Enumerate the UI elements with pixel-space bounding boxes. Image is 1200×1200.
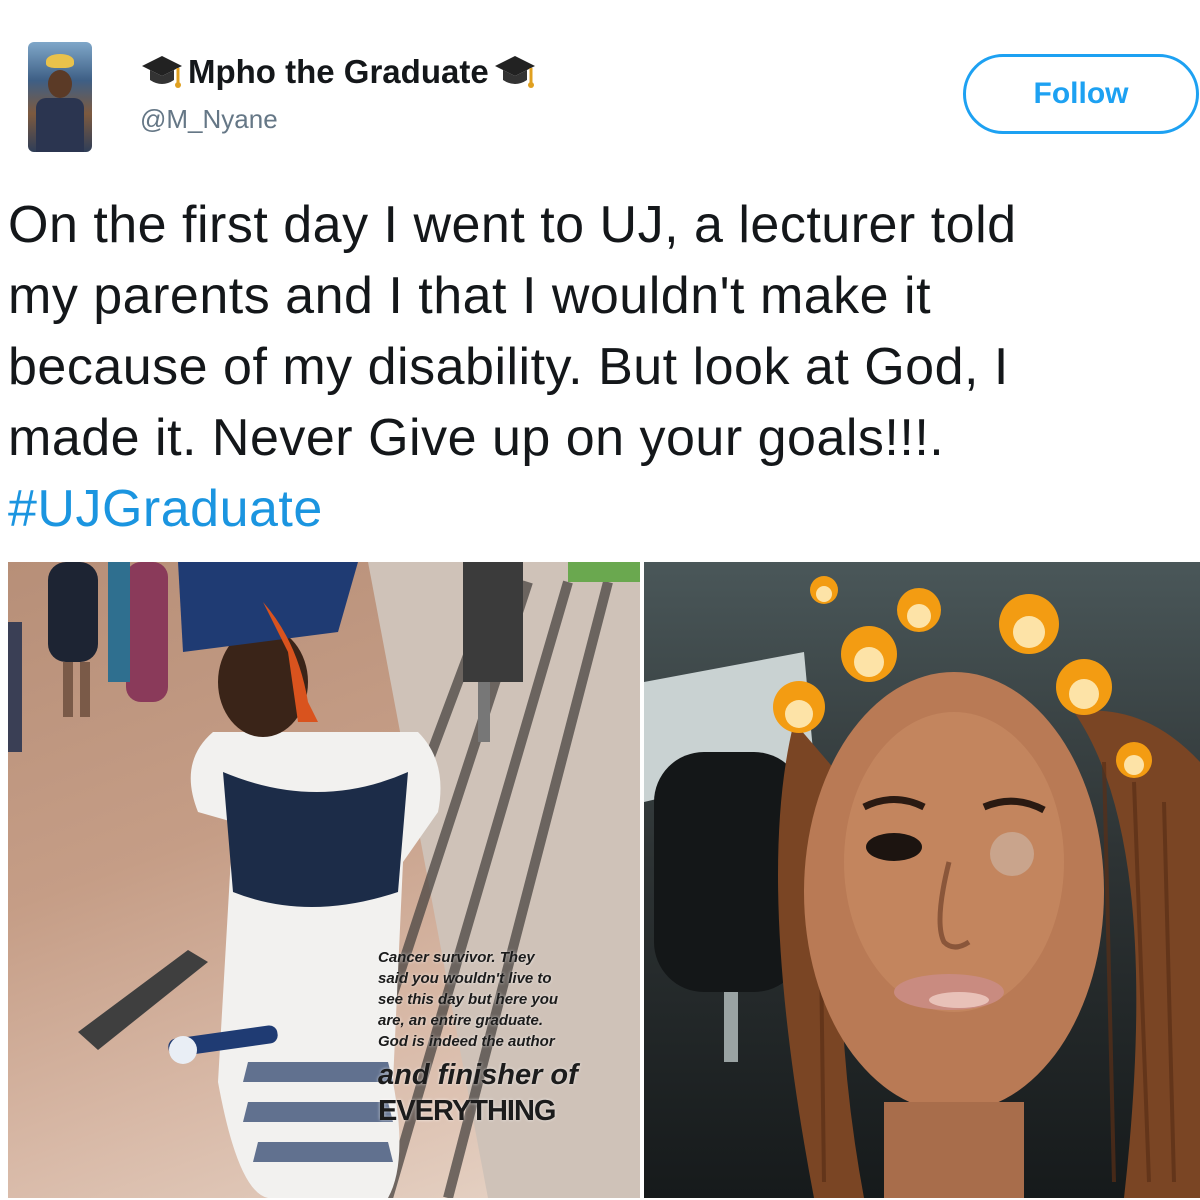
photo-graduation[interactable]: Cancer survivor. They said you wouldn't … [8, 562, 640, 1198]
overlay-line: EVERYTHING [378, 1095, 556, 1127]
photo-caption-overlay: Cancer survivor. They said you wouldn't … [378, 947, 618, 1128]
overlay-line: are, an entire graduate. [378, 1012, 544, 1029]
tweet-text-line: because of my disability. But look at Go… [8, 338, 1009, 396]
graduation-cap-icon [493, 52, 537, 92]
photo-selfie[interactable] [644, 562, 1200, 1198]
tweet-text-line: made it. Never Give up on your goals!!!. [8, 409, 945, 467]
display-name[interactable]: Mpho the Graduate [188, 53, 489, 91]
overlay-line: and finisher of [378, 1059, 578, 1091]
tweet-card: Mpho the Graduate @M_Nyane Follow On the… [0, 0, 1200, 1200]
overlay-line: said you wouldn't live to [378, 970, 552, 987]
tweet-text: On the first day I went to UJ, a lecture… [8, 190, 1198, 545]
tweet-text-line: my parents and I that I wouldn't make it [8, 267, 932, 325]
media-grid: Cancer survivor. They said you wouldn't … [8, 562, 1200, 1198]
overlay-line: Cancer survivor. They [378, 949, 535, 966]
overlay-line: God is indeed the author [378, 1033, 555, 1050]
overlay-line: see this day but here you [378, 991, 559, 1008]
photo-selfie-illustration [644, 576, 1200, 1198]
hashtag-link[interactable]: #UJGraduate [8, 474, 1198, 545]
avatar[interactable] [28, 42, 92, 152]
follow-button[interactable]: Follow [963, 54, 1199, 134]
user-name-row[interactable]: Mpho the Graduate [140, 52, 537, 92]
tweet-text-line: On the first day I went to UJ, a lecture… [8, 196, 1017, 254]
user-handle[interactable]: @M_Nyane [140, 104, 278, 135]
graduation-cap-icon [140, 52, 184, 92]
